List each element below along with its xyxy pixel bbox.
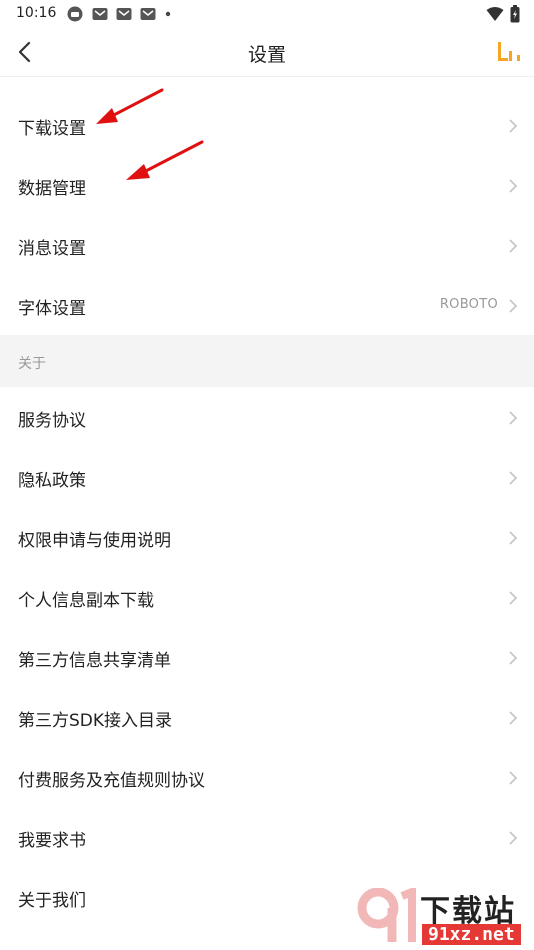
settings-row-data[interactable]: 数据管理	[0, 156, 534, 216]
about-row-paid-service[interactable]: 付费服务及充值规则协议	[0, 748, 534, 808]
row-label: 个人信息副本下载	[18, 591, 154, 611]
app-notification-icon	[67, 6, 83, 22]
row-label: 字体设置	[18, 299, 86, 319]
annotation-arrow	[96, 88, 164, 124]
about-row-permissions[interactable]: 权限申请与使用说明	[0, 508, 534, 568]
about-row-third-party-sharing[interactable]: 第三方信息共享清单	[0, 628, 534, 688]
mail-icon	[116, 8, 132, 20]
chevron-right-icon	[509, 771, 518, 785]
status-time: 10:16	[16, 5, 57, 21]
row-label: 隐私政策	[18, 471, 86, 491]
chevron-right-icon	[509, 119, 518, 133]
bar-chart-icon[interactable]	[496, 40, 522, 64]
about-row-privacy-policy[interactable]: 隐私政策	[0, 448, 534, 508]
section-title: 关于	[18, 356, 46, 372]
wifi-icon	[486, 7, 504, 21]
page-title: 设置	[247, 44, 286, 66]
settings-row-font[interactable]: 字体设置 ROBOTO	[0, 276, 534, 336]
about-row-service-agreement[interactable]: 服务协议	[0, 388, 534, 448]
chevron-right-icon	[509, 831, 518, 845]
watermark-91-icon	[357, 888, 416, 942]
mail-icon	[140, 8, 156, 20]
chevron-right-icon	[509, 531, 518, 545]
row-label: 权限申请与使用说明	[18, 531, 171, 551]
about-row-personal-info-download[interactable]: 个人信息副本下载	[0, 568, 534, 628]
row-label: 数据管理	[18, 179, 86, 199]
chevron-right-icon	[509, 471, 518, 485]
chevron-right-icon	[509, 651, 518, 665]
watermark-url: 91xz.net	[422, 924, 521, 945]
row-label: 消息设置	[18, 239, 86, 259]
chevron-right-icon	[509, 179, 518, 193]
battery-icon	[510, 5, 520, 23]
section-header-about: 关于	[0, 335, 534, 387]
chevron-right-icon	[509, 711, 518, 725]
settings-row-message[interactable]: 消息设置	[0, 216, 534, 276]
row-label: 我要求书	[18, 831, 86, 851]
settings-row-download[interactable]: 下载设置	[0, 96, 534, 156]
row-label: 第三方SDK接入目录	[18, 711, 173, 731]
chevron-right-icon	[509, 591, 518, 605]
font-value: ROBOTO	[439, 297, 498, 312]
about-row-request-book[interactable]: 我要求书	[0, 808, 534, 868]
nav-bar: 设置	[0, 28, 534, 77]
notification-icons	[66, 6, 172, 22]
chevron-right-icon	[509, 411, 518, 425]
chevron-right-icon	[509, 299, 518, 313]
chevron-right-icon	[509, 239, 518, 253]
row-label: 下载设置	[18, 119, 86, 139]
dot-icon	[165, 11, 171, 17]
status-bar: 10:16	[0, 0, 534, 28]
row-label: 第三方信息共享清单	[18, 651, 171, 671]
annotation-arrow	[126, 140, 204, 180]
about-row-third-party-sdk[interactable]: 第三方SDK接入目录	[0, 688, 534, 748]
row-label: 服务协议	[18, 411, 86, 431]
row-label: 关于我们	[18, 891, 86, 911]
system-icons	[486, 5, 520, 23]
mail-icon	[92, 8, 108, 20]
row-label: 付费服务及充值规则协议	[18, 771, 205, 791]
watermark-logo: 下载站 91xz.net	[356, 886, 528, 948]
